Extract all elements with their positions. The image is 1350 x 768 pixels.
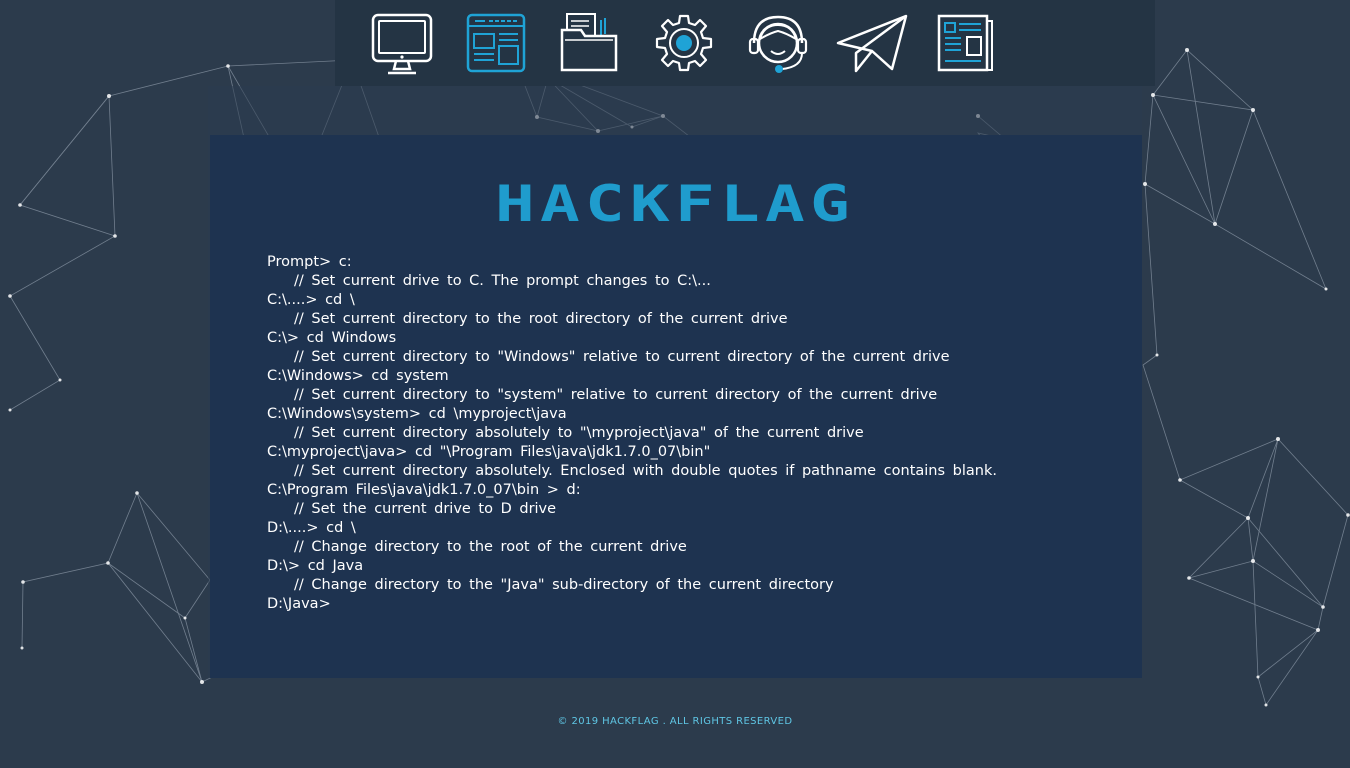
- nav-item-web-layout[interactable]: [449, 8, 543, 78]
- command-line: C:\....> cd \: [267, 292, 355, 308]
- nav-item-send[interactable]: [825, 8, 919, 78]
- comment-line: // Set current directory to "system" rel…: [294, 387, 938, 403]
- terminal-output: Prompt> c: // Set current drive to C. Th…: [267, 253, 1127, 614]
- command-line: D:\....> cd \: [267, 520, 356, 536]
- page: HACKFLAG Prompt> c: // Set current drive…: [0, 0, 1350, 768]
- footer-copyright: © 2019 HACKFLAG . ALL RIGHTS RESERVED: [557, 716, 793, 727]
- logo-text: HACKFLAG: [495, 175, 855, 227]
- command-line: Prompt> c:: [267, 254, 352, 270]
- gear-icon: [655, 14, 713, 72]
- nav-item-folder[interactable]: [543, 8, 637, 78]
- comment-line: // Set current directory to "Windows" re…: [294, 349, 950, 365]
- comment-line: // Set current directory absolutely. Enc…: [294, 463, 997, 479]
- command-line: D:\> cd Java: [267, 558, 364, 574]
- newspaper-icon: [937, 14, 993, 72]
- command-line: C:\> cd Windows: [267, 330, 397, 346]
- command-line: C:\myproject\java> cd "\Program Files\ja…: [267, 444, 711, 460]
- comment-line: // Set the current drive to D drive: [294, 501, 557, 517]
- comment-line: // Change directory to the root of the c…: [294, 539, 687, 555]
- paper-plane-icon: [836, 14, 908, 73]
- command-line: C:\Program Files\java\jdk1.7.0_07\bin > …: [267, 482, 581, 498]
- support-headset-icon: [748, 15, 808, 73]
- nav-item-settings[interactable]: [637, 8, 731, 78]
- comment-line: // Set current directory to the root dir…: [294, 311, 788, 327]
- top-nav: [355, 8, 1013, 78]
- brand-logo: HACKFLAG: [0, 175, 1350, 233]
- folder-icon: [560, 13, 618, 72]
- comment-line: // Set current drive to C. The prompt ch…: [294, 273, 711, 289]
- nav-item-news[interactable]: [919, 8, 1013, 78]
- comment-line: // Set current directory absolutely to "…: [294, 425, 864, 441]
- comment-line: // Change directory to the "Java" sub-di…: [294, 577, 834, 593]
- nav-item-monitor[interactable]: [355, 8, 449, 78]
- command-line: D:\Java>: [267, 596, 331, 612]
- nav-item-support[interactable]: [731, 8, 825, 78]
- hackflag-logo: HACKFLAG: [495, 175, 855, 233]
- command-line: C:\Windows\system> cd \myproject\java: [267, 406, 567, 422]
- web-layout-icon: [466, 13, 526, 73]
- command-line: C:\Windows> cd system: [267, 368, 449, 384]
- monitor-icon: [371, 13, 433, 75]
